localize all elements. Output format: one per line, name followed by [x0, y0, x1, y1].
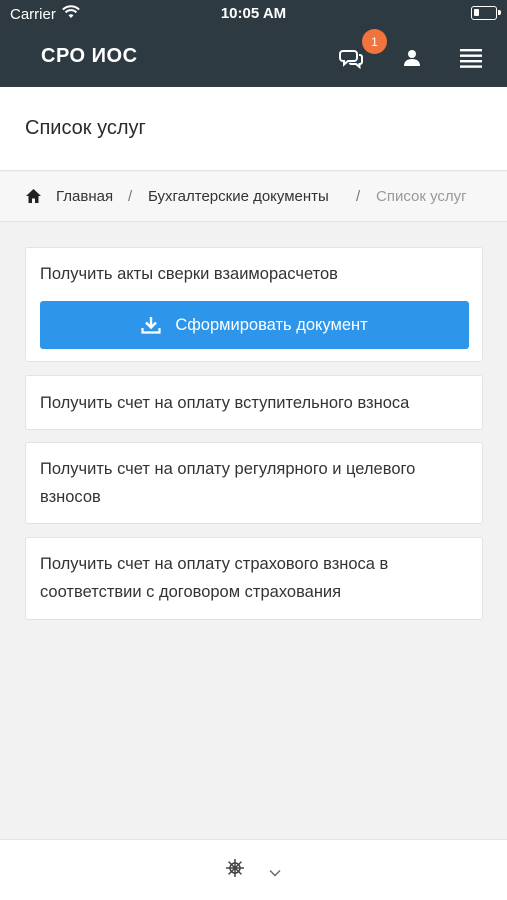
service-card-insurance-fee[interactable]: Получить счет на оплату страхового взнос…	[25, 537, 483, 620]
service-card-entry-fee[interactable]: Получить счет на оплату вступительного в…	[25, 375, 483, 430]
breadcrumb-separator: /	[128, 188, 133, 205]
breadcrumb-current: Список услуг	[376, 188, 467, 205]
generate-document-button[interactable]: Сформировать документ	[40, 301, 469, 349]
chevron-down-icon[interactable]	[269, 864, 281, 882]
status-time: 10:05 AM	[220, 5, 287, 22]
page-title: Список услуг	[25, 117, 146, 139]
chat-icon[interactable]	[338, 45, 364, 71]
menu-icon[interactable]	[458, 45, 484, 71]
battery-icon	[471, 6, 501, 20]
service-title: Получить счет на оплату вступительного в…	[40, 394, 410, 412]
notification-badge[interactable]: 1	[362, 29, 387, 54]
service-title: Получить счет на оплату регулярного и це…	[40, 460, 416, 506]
top-navbar: СРО ИОС 1	[0, 28, 507, 87]
service-title: Получить счет на оплату страхового взнос…	[40, 555, 389, 601]
home-icon[interactable]	[25, 188, 42, 208]
breadcrumb-section-link[interactable]: Бухгалтерские документы	[148, 188, 329, 205]
service-title: Получить акты сверки взаиморасчетов	[40, 265, 338, 283]
ship-wheel-icon[interactable]	[225, 858, 245, 883]
breadcrumb-separator: /	[356, 188, 361, 205]
brand-title[interactable]: СРО ИОС	[41, 45, 138, 68]
breadcrumb: Главная / Бухгалтерские документы / Спис…	[0, 172, 507, 222]
breadcrumb-home-link[interactable]: Главная	[56, 188, 113, 205]
status-bar: Carrier 10:05 AM	[0, 0, 507, 28]
service-card-regular-fee[interactable]: Получить счет на оплату регулярного и це…	[25, 442, 483, 524]
service-card-reconciliation: Получить акты сверки взаиморасчетов Сфор…	[25, 247, 483, 362]
user-icon[interactable]	[399, 45, 425, 71]
generate-document-label: Сформировать документ	[175, 315, 368, 334]
download-icon	[141, 316, 161, 334]
bottom-bar	[0, 839, 507, 900]
page-header: Список услуг	[0, 87, 507, 171]
